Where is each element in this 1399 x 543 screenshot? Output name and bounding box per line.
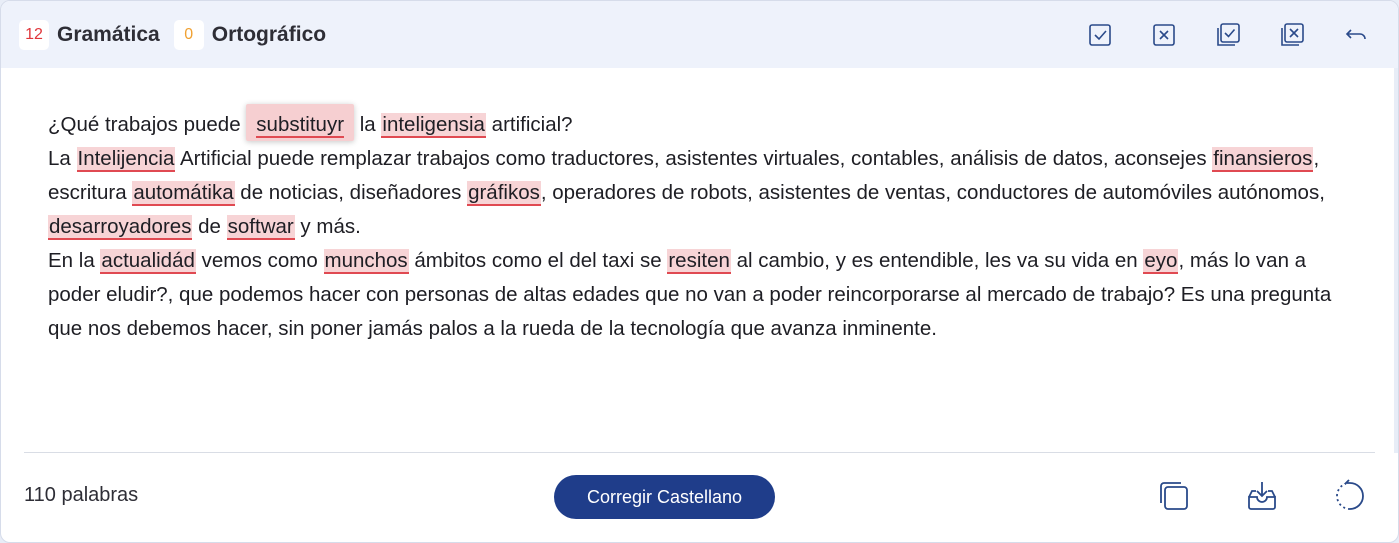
corrector-panel: 12 Gramática 0 Ortográfico ¿Qué trabajos… xyxy=(0,0,1399,543)
error-highlight[interactable]: inteligensia xyxy=(381,113,486,138)
scrollbar-track[interactable] xyxy=(1394,68,1398,453)
error-highlight[interactable]: desarroyadores xyxy=(48,215,193,240)
accept-all-icon[interactable] xyxy=(1214,21,1242,49)
reject-all-icon[interactable] xyxy=(1278,21,1306,49)
reset-icon[interactable] xyxy=(1332,478,1368,514)
correct-spanish-button[interactable]: Corregir Castellano xyxy=(554,475,775,519)
error-highlight-active[interactable]: substituyr xyxy=(246,104,355,141)
paragraph-2: La Intelijencia Artificial puede remplaz… xyxy=(48,147,1325,240)
paragraph-1: ¿Qué trabajos puede substituyr la inteli… xyxy=(48,104,1348,142)
results-header: 12 Gramática 0 Ortográfico xyxy=(1,1,1398,68)
error-highlight[interactable]: eyo xyxy=(1143,249,1179,274)
reject-icon[interactable] xyxy=(1150,21,1178,49)
error-highlight[interactable]: automátika xyxy=(132,181,235,206)
footer-divider xyxy=(24,452,1375,453)
accept-icon[interactable] xyxy=(1086,21,1114,49)
error-highlight[interactable]: Intelijencia xyxy=(76,147,176,172)
paragraph-3: En la actualidád vemos como munchos ámbi… xyxy=(48,249,1332,340)
error-highlight[interactable]: gráfikos xyxy=(467,181,541,206)
grammar-count-badge: 12 xyxy=(19,19,49,50)
grammar-tab-label[interactable]: Gramática xyxy=(57,23,160,47)
spelling-count-badge: 0 xyxy=(173,19,204,50)
footer-toolbar xyxy=(1156,478,1368,514)
error-highlight[interactable]: resiten xyxy=(667,249,731,274)
undo-icon[interactable] xyxy=(1342,21,1370,49)
error-highlight[interactable]: actualidád xyxy=(100,249,196,274)
error-highlight[interactable]: finansieros xyxy=(1212,147,1314,172)
error-highlight[interactable]: softwar xyxy=(226,215,295,240)
error-highlight[interactable]: munchos xyxy=(323,249,409,274)
text-editor[interactable]: ¿Qué trabajos puede substituyr la inteli… xyxy=(48,104,1348,346)
spelling-tab-label[interactable]: Ortográfico xyxy=(212,23,326,47)
download-icon[interactable] xyxy=(1244,478,1280,514)
copy-icon[interactable] xyxy=(1156,478,1192,514)
correction-toolbar xyxy=(1086,21,1370,49)
word-count: 110 palabras xyxy=(24,484,139,506)
